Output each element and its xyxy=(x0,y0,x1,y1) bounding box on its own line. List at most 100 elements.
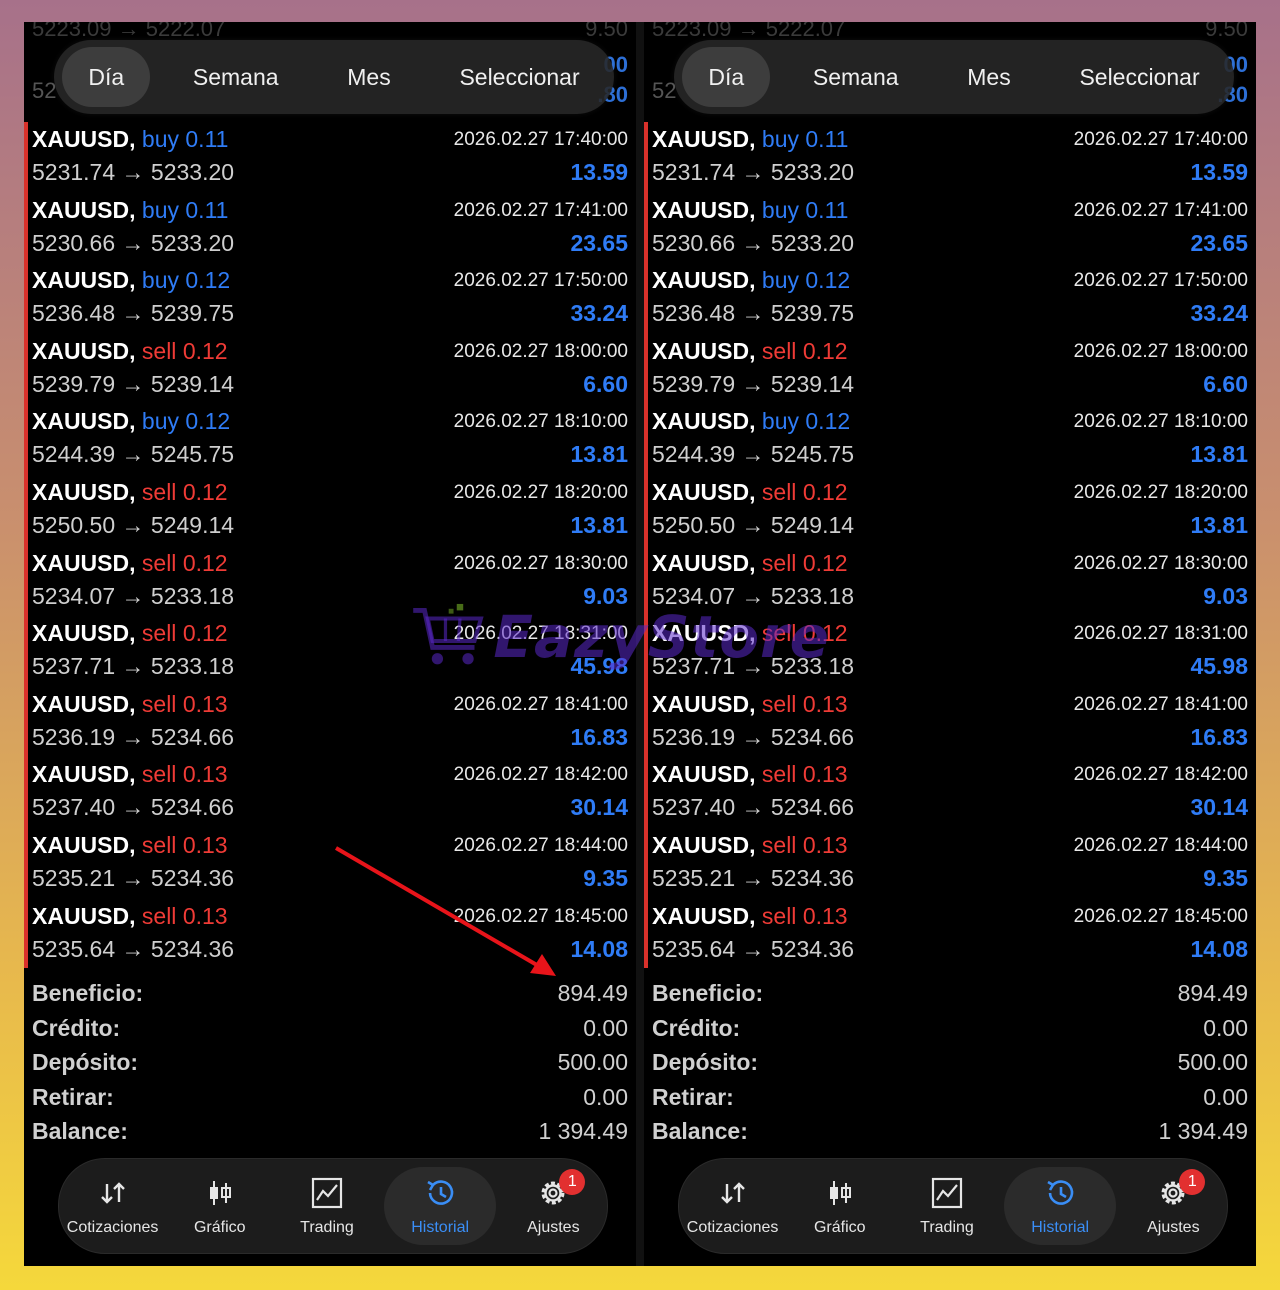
ghost-profit: 9.50 xyxy=(585,22,628,41)
trade-prices: 5231.74 → 5233.20 xyxy=(32,159,235,185)
summary-value: 0.00 xyxy=(583,1014,628,1041)
trade-row[interactable]: XAUUSD, buy 0.11 2026.02.27 17:40:00 5231.… xyxy=(32,122,628,193)
trade-symbol: XAUUSD, xyxy=(32,902,136,929)
trade-datetime: 2026.02.27 17:40:00 xyxy=(1073,129,1248,150)
trade-row[interactable]: XAUUSD, sell 0.13 2026.02.27 18:41:00 5236… xyxy=(652,687,1248,758)
trade-volume: 0.12 xyxy=(802,478,848,505)
summary-row: Crédito: 0.00 xyxy=(32,1013,628,1048)
trade-symbol-line: XAUUSD, sell 0.13 xyxy=(652,691,848,718)
trade-volume: 0.13 xyxy=(802,902,848,929)
tab-seleccionar[interactable]: Seleccionar xyxy=(1053,47,1225,107)
loss-indicator-line xyxy=(644,122,648,968)
nav-gráfico[interactable]: Gráfico xyxy=(170,1167,270,1245)
tab-dia[interactable]: Día xyxy=(62,47,151,107)
account-summary: Beneficio: 894.49 Crédito: 0.00 Depósito: 500… xyxy=(32,978,628,1151)
trade-profit: 9.35 xyxy=(1203,864,1248,891)
trade-side: sell xyxy=(761,761,797,788)
nav-trading[interactable]: Trading xyxy=(897,1167,997,1245)
nav-gráfico[interactable]: Gráfico xyxy=(790,1167,890,1245)
trade-datetime: 2026.02.27 18:41:00 xyxy=(453,693,628,715)
trade-symbol: XAUUSD, xyxy=(32,337,136,364)
nav-label: Gráfico xyxy=(813,1218,866,1236)
nav-label: Historial xyxy=(411,1218,470,1236)
trade-symbol-line: XAUUSD, sell 0.13 xyxy=(32,691,228,718)
tab-mes[interactable]: Mes xyxy=(321,47,416,107)
trade-row[interactable]: XAUUSD, sell 0.13 2026.02.27 18:44:00 5235… xyxy=(652,828,1248,899)
trade-side: sell xyxy=(761,337,797,364)
summary-row: Crédito: 0.00 xyxy=(652,1013,1248,1048)
trade-row[interactable]: XAUUSD, sell 0.12 2026.02.27 18:20:00 5250… xyxy=(32,475,628,546)
trade-row[interactable]: XAUUSD, sell 0.13 2026.02.27 18:44:00 5235… xyxy=(32,828,628,899)
nav-trading[interactable]: Trading xyxy=(277,1167,377,1245)
trade-symbol-line: XAUUSD, sell 0.13 xyxy=(652,832,848,859)
trade-symbol: XAUUSD, xyxy=(652,337,756,364)
tab-seleccionar[interactable]: Seleccionar xyxy=(433,47,605,107)
period-selector: Día Semana Mes Seleccionar xyxy=(54,40,614,114)
quotes-arrows-icon xyxy=(96,1176,130,1219)
trade-datetime: 2026.02.27 18:31:00 xyxy=(1073,623,1248,645)
tab-semana[interactable]: Semana xyxy=(787,47,925,107)
trade-row[interactable]: XAUUSD, sell 0.13 2026.02.27 18:45:00 5235… xyxy=(32,899,628,970)
trade-symbol: XAUUSD, xyxy=(652,761,756,788)
summary-row: Depósito: 500.00 xyxy=(32,1047,628,1082)
trade-prices: 5237.40 → 5234.66 xyxy=(32,794,235,821)
trade-side: sell xyxy=(141,902,177,929)
trade-row[interactable]: XAUUSD, sell 0.13 2026.02.27 18:41:00 5236… xyxy=(32,687,628,758)
nav-cotizaciones[interactable]: Cotizaciones xyxy=(63,1167,163,1245)
trade-row[interactable]: XAUUSD, buy 0.12 2026.02.27 17:50:00 5236.… xyxy=(32,263,628,334)
nav-ajustes[interactable]: Ajustes 1 xyxy=(1123,1167,1223,1245)
trade-datetime: 2026.02.27 17:50:00 xyxy=(453,270,628,292)
nav-label: Historial xyxy=(1031,1218,1090,1236)
summary-row: Balance: 1 394.49 xyxy=(652,1116,1248,1151)
trade-row[interactable]: XAUUSD, buy 0.11 2026.02.27 17:40:00 5231.… xyxy=(652,122,1248,193)
summary-row: Retirar: 0.00 xyxy=(652,1082,1248,1117)
nav-label: Trading xyxy=(920,1218,974,1236)
trade-volume: 0.11 xyxy=(185,196,229,223)
trade-datetime: 2026.02.27 17:40:00 xyxy=(453,129,628,150)
account-summary: Beneficio: 894.49 Crédito: 0.00 Depósito: 500… xyxy=(652,978,1248,1151)
trade-datetime: 2026.02.27 18:44:00 xyxy=(453,834,628,856)
trade-profit: 45.98 xyxy=(570,653,628,680)
trade-symbol: XAUUSD, xyxy=(32,267,136,294)
tab-semana[interactable]: Semana xyxy=(167,47,305,107)
trade-prices: 5235.21 → 5234.36 xyxy=(652,864,855,891)
trade-row[interactable]: XAUUSD, sell 0.12 2026.02.27 18:30:00 5234… xyxy=(652,546,1248,617)
trade-symbol: XAUUSD, xyxy=(652,478,756,505)
trade-volume: 0.13 xyxy=(802,761,848,788)
trade-row[interactable]: XAUUSD, sell 0.12 2026.02.27 18:31:00 5237… xyxy=(32,616,628,687)
trade-row[interactable]: XAUUSD, buy 0.11 2026.02.27 17:41:00 5230.… xyxy=(32,193,628,264)
trade-row[interactable]: XAUUSD, sell 0.13 2026.02.27 18:42:00 5237… xyxy=(652,757,1248,828)
trade-datetime: 2026.02.27 18:30:00 xyxy=(453,552,628,574)
nav-historial[interactable]: Historial xyxy=(1004,1167,1117,1245)
notification-badge: 1 xyxy=(559,1169,586,1195)
tab-mes[interactable]: Mes xyxy=(941,47,1036,107)
trade-row[interactable]: XAUUSD, buy 0.12 2026.02.27 18:10:00 5244.… xyxy=(652,404,1248,475)
trade-volume: 0.12 xyxy=(805,408,851,435)
trade-row[interactable]: XAUUSD, sell 0.12 2026.02.27 18:00:00 5239… xyxy=(652,334,1248,405)
trade-row[interactable]: XAUUSD, buy 0.12 2026.02.27 18:10:00 5244.… xyxy=(32,404,628,475)
trade-row[interactable]: XAUUSD, sell 0.13 2026.02.27 18:45:00 5235… xyxy=(652,899,1248,970)
trade-symbol-line: XAUUSD, sell 0.12 xyxy=(652,479,848,506)
trade-symbol: XAUUSD, xyxy=(32,126,136,152)
trade-volume: 0.13 xyxy=(802,831,848,858)
trade-prices: 5235.64 → 5234.36 xyxy=(32,935,235,962)
trade-row[interactable]: XAUUSD, sell 0.12 2026.02.27 18:31:00 5237… xyxy=(652,616,1248,687)
trade-volume: 0.12 xyxy=(182,620,228,647)
trade-row[interactable]: XAUUSD, sell 0.13 2026.02.27 18:42:00 5237… xyxy=(32,757,628,828)
tab-dia[interactable]: Día xyxy=(682,47,771,107)
ghost-prices: 5223.09 → 5222.07 xyxy=(652,22,846,41)
trade-row[interactable]: XAUUSD, sell 0.12 2026.02.27 18:20:00 5250… xyxy=(652,475,1248,546)
history-clock-icon xyxy=(423,1176,457,1219)
nav-cotizaciones[interactable]: Cotizaciones xyxy=(683,1167,783,1245)
trade-side: buy xyxy=(761,408,799,435)
trade-profit: 13.81 xyxy=(1190,511,1248,538)
trade-row[interactable]: XAUUSD, sell 0.12 2026.02.27 18:00:00 5239… xyxy=(32,334,628,405)
nav-ajustes[interactable]: Ajustes 1 xyxy=(503,1167,603,1245)
nav-historial[interactable]: Historial xyxy=(384,1167,497,1245)
trade-symbol-line: XAUUSD, sell 0.13 xyxy=(32,903,228,930)
trade-row[interactable]: XAUUSD, buy 0.12 2026.02.27 17:50:00 5236.… xyxy=(652,263,1248,334)
trade-symbol-line: XAUUSD, sell 0.12 xyxy=(32,338,228,365)
trade-symbol-line: XAUUSD, sell 0.13 xyxy=(652,903,848,930)
trade-row[interactable]: XAUUSD, buy 0.11 2026.02.27 17:41:00 5230.… xyxy=(652,193,1248,264)
trade-row[interactable]: XAUUSD, sell 0.12 2026.02.27 18:30:00 5234… xyxy=(32,546,628,617)
